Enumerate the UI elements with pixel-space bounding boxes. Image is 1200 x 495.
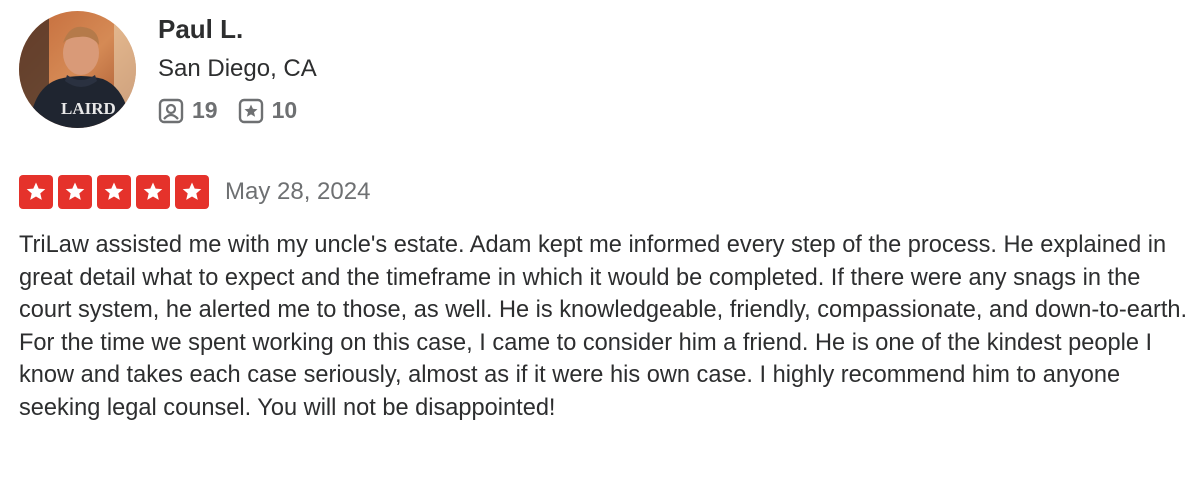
star-4-icon (136, 175, 170, 209)
rating-row: May 28, 2024 (19, 175, 370, 209)
star-badge-icon (238, 98, 264, 124)
reviews-count: 19 (192, 97, 218, 123)
review-card: LAIRD Paul L. San Diego, CA 19 10 May 28… (0, 0, 1200, 495)
review-date: May 28, 2024 (225, 178, 371, 205)
reviewer-location: San Diego, CA (158, 55, 317, 82)
star-5-icon (175, 175, 209, 209)
star-3-icon (97, 175, 131, 209)
reviews-stat: 19 (158, 97, 218, 124)
star-2-icon (58, 175, 92, 209)
reviewer-stats: 19 10 (158, 97, 297, 124)
avatar-photo: LAIRD (19, 11, 136, 128)
review-text: TriLaw assisted me with my uncle's estat… (19, 232, 1188, 421)
photos-count: 10 (271, 97, 298, 123)
star-rating (19, 175, 214, 209)
reviewer-name[interactable]: Paul L. (158, 14, 243, 45)
photos-stat: 10 (238, 97, 298, 124)
avatar[interactable]: LAIRD (19, 11, 136, 128)
avatar-shirt-text: LAIRD (61, 99, 116, 118)
friends-icon (158, 98, 184, 124)
star-1-icon (19, 175, 53, 209)
